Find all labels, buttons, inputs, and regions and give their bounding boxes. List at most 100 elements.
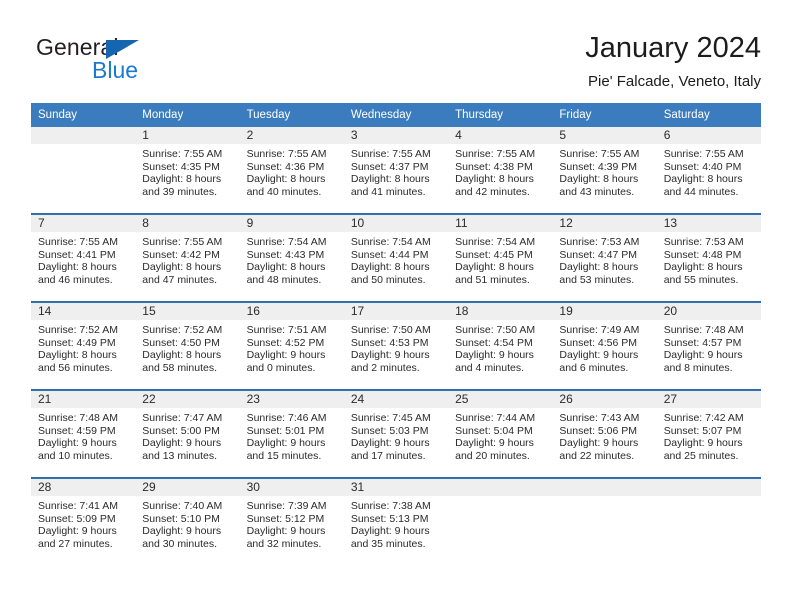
daylight-text-line2: and 56 minutes. xyxy=(38,361,113,374)
calendar-day-cell[interactable]: 7 Sunrise: 7:55 AM Sunset: 4:41 PM Daylight… xyxy=(31,213,136,302)
daylight-text-line1: Daylight: 8 hours xyxy=(455,261,534,274)
day-cell-body: 31 Sunrise: 7:38 AM Sunset: 5:13 PM Dayligh… xyxy=(343,479,449,565)
daylight-text-line1: Daylight: 9 hours xyxy=(559,349,639,362)
sunrise-text: Sunrise: 7:41 AM xyxy=(38,500,118,512)
sunset-text: Sunset: 4:57 PM xyxy=(663,336,742,349)
day-cell-body: 17 Sunrise: 7:50 AM Sunset: 4:53 PM Dayligh… xyxy=(343,303,449,389)
daylight-text-line1: Daylight: 9 hours xyxy=(246,349,326,362)
day-info: Sunrise: 7:45 AM Sunset: 5:03 PM Daylight:… xyxy=(344,408,448,462)
day-number: 16 xyxy=(239,303,344,320)
calendar-day-cell[interactable]: 20 Sunrise: 7:48 AM Sunset: 4:57 PM Dayligh… xyxy=(656,301,761,390)
daylight-text-line2: and 35 minutes. xyxy=(350,537,426,550)
calendar-day-cell[interactable]: 3 Sunrise: 7:55 AM Sunset: 4:37 PM Daylight… xyxy=(343,127,449,214)
daylight-text-line1: Daylight: 9 hours xyxy=(350,349,430,362)
sunset-text: Sunset: 5:06 PM xyxy=(559,424,638,437)
calendar-day-cell[interactable]: 2 Sunrise: 7:55 AM Sunset: 4:36 PM Daylight… xyxy=(239,127,344,214)
day-info: Sunrise: 7:50 AM Sunset: 4:54 PM Daylight:… xyxy=(448,320,552,374)
day-number: 13 xyxy=(656,215,761,232)
sunrise-text: Sunrise: 7:49 AM xyxy=(559,324,640,336)
daylight-text-line1: Daylight: 8 hours xyxy=(142,349,222,362)
sunrise-text: Sunrise: 7:52 AM xyxy=(142,324,223,336)
sunset-text: Sunset: 4:56 PM xyxy=(559,336,638,349)
calendar-day-cell[interactable]: 27 Sunrise: 7:42 AM Sunset: 5:07 PM Dayligh… xyxy=(656,389,761,478)
calendar-day-cell[interactable]: 12 Sunrise: 7:53 AM Sunset: 4:47 PM Dayligh… xyxy=(552,213,657,302)
day-number: 18 xyxy=(448,303,553,320)
calendar-day-cell[interactable]: 22 Sunrise: 7:47 AM Sunset: 5:00 PM Dayligh… xyxy=(135,389,240,478)
day-number: 7 xyxy=(31,215,136,232)
sunrise-text: Sunrise: 7:55 AM xyxy=(142,148,223,160)
sunset-text: Sunset: 5:12 PM xyxy=(246,512,325,525)
sunrise-text: Sunrise: 7:51 AM xyxy=(246,324,327,336)
day-info: Sunrise: 7:47 AM Sunset: 5:00 PM Daylight:… xyxy=(135,408,239,462)
day-info: Sunrise: 7:55 AM Sunset: 4:37 PM Daylight:… xyxy=(344,144,448,198)
logo-text-blue: Blue xyxy=(92,57,139,83)
sunset-text: Sunset: 4:48 PM xyxy=(663,248,742,261)
day-number xyxy=(448,479,553,496)
calendar-day-cell[interactable]: 24 Sunrise: 7:45 AM Sunset: 5:03 PM Dayligh… xyxy=(343,389,449,478)
weekday-header-sunday: Sunday xyxy=(31,103,136,127)
calendar-day-cell[interactable]: 23 Sunrise: 7:46 AM Sunset: 5:01 PM Dayligh… xyxy=(239,389,344,478)
sunrise-text: Sunrise: 7:54 AM xyxy=(246,236,327,248)
day-info: Sunrise: 7:55 AM Sunset: 4:40 PM Daylight:… xyxy=(657,144,761,198)
sunset-text: Sunset: 5:01 PM xyxy=(246,424,325,437)
calendar-day-cell[interactable]: 30 Sunrise: 7:39 AM Sunset: 5:12 PM Dayligh… xyxy=(239,477,344,565)
calendar-day-cell[interactable]: 25 Sunrise: 7:44 AM Sunset: 5:04 PM Dayligh… xyxy=(448,389,553,478)
daylight-text-line1: Daylight: 9 hours xyxy=(455,349,534,362)
day-cell-body: 10 Sunrise: 7:54 AM Sunset: 4:44 PM Dayligh… xyxy=(343,215,449,301)
day-number: 19 xyxy=(552,303,657,320)
day-info: Sunrise: 7:43 AM Sunset: 5:06 PM Daylight:… xyxy=(552,408,656,462)
sunset-text: Sunset: 5:03 PM xyxy=(350,424,429,437)
day-info xyxy=(657,496,761,500)
calendar-day-cell[interactable]: 15 Sunrise: 7:52 AM Sunset: 4:50 PM Dayligh… xyxy=(135,301,240,390)
calendar-day-cell[interactable]: 19 Sunrise: 7:49 AM Sunset: 4:56 PM Dayligh… xyxy=(552,301,657,390)
calendar-day-cell[interactable]: 4 Sunrise: 7:55 AM Sunset: 4:38 PM Daylight… xyxy=(448,127,553,214)
daylight-text-line2: and 43 minutes. xyxy=(559,185,635,198)
calendar-day-cell[interactable]: 1 Sunrise: 7:55 AM Sunset: 4:35 PM Daylight… xyxy=(135,127,240,214)
day-number: 15 xyxy=(135,303,240,320)
calendar-day-cell[interactable]: 31 Sunrise: 7:38 AM Sunset: 5:13 PM Dayligh… xyxy=(343,477,449,565)
day-info: Sunrise: 7:48 AM Sunset: 4:57 PM Daylight:… xyxy=(657,320,761,374)
daylight-text-line2: and 42 minutes. xyxy=(455,185,530,198)
daylight-text-line1: Daylight: 8 hours xyxy=(142,173,222,186)
day-cell-body: 22 Sunrise: 7:47 AM Sunset: 5:00 PM Dayligh… xyxy=(135,391,240,477)
daylight-text-line2: and 6 minutes. xyxy=(559,361,629,374)
sunset-text: Sunset: 4:35 PM xyxy=(142,160,220,173)
day-info: Sunrise: 7:55 AM Sunset: 4:36 PM Daylight:… xyxy=(240,144,344,198)
calendar-day-cell[interactable]: 9 Sunrise: 7:54 AM Sunset: 4:43 PM Daylight… xyxy=(239,213,344,302)
calendar-day-cell[interactable]: 17 Sunrise: 7:50 AM Sunset: 4:53 PM Dayligh… xyxy=(343,301,449,390)
calendar-day-cell[interactable]: 13 Sunrise: 7:53 AM Sunset: 4:48 PM Dayligh… xyxy=(656,213,761,302)
daylight-text-line1: Daylight: 9 hours xyxy=(38,525,117,538)
daylight-text-line2: and 55 minutes. xyxy=(663,273,739,286)
day-number: 20 xyxy=(656,303,761,320)
calendar-day-cell[interactable]: 21 Sunrise: 7:48 AM Sunset: 4:59 PM Dayligh… xyxy=(31,389,136,478)
day-info: Sunrise: 7:40 AM Sunset: 5:10 PM Daylight:… xyxy=(135,496,239,550)
calendar-day-cell[interactable]: 5 Sunrise: 7:55 AM Sunset: 4:39 PM Daylight… xyxy=(552,127,657,214)
calendar-day-cell[interactable]: 16 Sunrise: 7:51 AM Sunset: 4:52 PM Dayligh… xyxy=(239,301,344,390)
sunrise-text: Sunrise: 7:55 AM xyxy=(142,236,223,248)
sunset-text: Sunset: 5:09 PM xyxy=(38,512,116,525)
daylight-text-line2: and 32 minutes. xyxy=(246,537,322,550)
sunrise-text: Sunrise: 7:40 AM xyxy=(142,500,223,512)
sunset-text: Sunset: 5:07 PM xyxy=(663,424,742,437)
day-number: 2 xyxy=(239,127,344,144)
sunset-text: Sunset: 4:59 PM xyxy=(38,424,116,437)
calendar-day-cell[interactable]: 29 Sunrise: 7:40 AM Sunset: 5:10 PM Dayligh… xyxy=(135,477,240,565)
page-header: General Blue January 2024 Pie' Falcade, … xyxy=(31,30,761,98)
calendar-day-cell[interactable]: 8 Sunrise: 7:55 AM Sunset: 4:42 PM Daylight… xyxy=(135,213,240,302)
weekday-header-thursday: Thursday xyxy=(448,103,553,127)
daylight-text-line1: Daylight: 8 hours xyxy=(559,173,639,186)
calendar-day-cell[interactable]: 11 Sunrise: 7:54 AM Sunset: 4:45 PM Dayligh… xyxy=(448,213,553,302)
calendar-day-cell[interactable]: 6 Sunrise: 7:55 AM Sunset: 4:40 PM Daylight… xyxy=(656,127,761,214)
day-cell-body: 7 Sunrise: 7:55 AM Sunset: 4:41 PM Daylight… xyxy=(31,215,136,301)
daylight-text-line2: and 8 minutes. xyxy=(663,361,733,374)
calendar-day-cell[interactable]: 10 Sunrise: 7:54 AM Sunset: 4:44 PM Dayligh… xyxy=(343,213,449,302)
calendar-day-cell[interactable]: 28 Sunrise: 7:41 AM Sunset: 5:09 PM Dayligh… xyxy=(31,477,136,565)
day-info: Sunrise: 7:53 AM Sunset: 4:48 PM Daylight:… xyxy=(657,232,761,286)
day-cell-body: 8 Sunrise: 7:55 AM Sunset: 4:42 PM Daylight… xyxy=(135,215,240,301)
calendar-day-cell[interactable]: 14 Sunrise: 7:52 AM Sunset: 4:49 PM Dayligh… xyxy=(31,301,136,390)
calendar-day-cell[interactable]: 26 Sunrise: 7:43 AM Sunset: 5:06 PM Dayligh… xyxy=(552,389,657,478)
day-info: Sunrise: 7:38 AM Sunset: 5:13 PM Daylight:… xyxy=(344,496,448,550)
sunset-text: Sunset: 5:04 PM xyxy=(455,424,533,437)
calendar-day-cell[interactable]: 18 Sunrise: 7:50 AM Sunset: 4:54 PM Dayligh… xyxy=(448,301,553,390)
sunrise-text: Sunrise: 7:55 AM xyxy=(663,148,744,160)
